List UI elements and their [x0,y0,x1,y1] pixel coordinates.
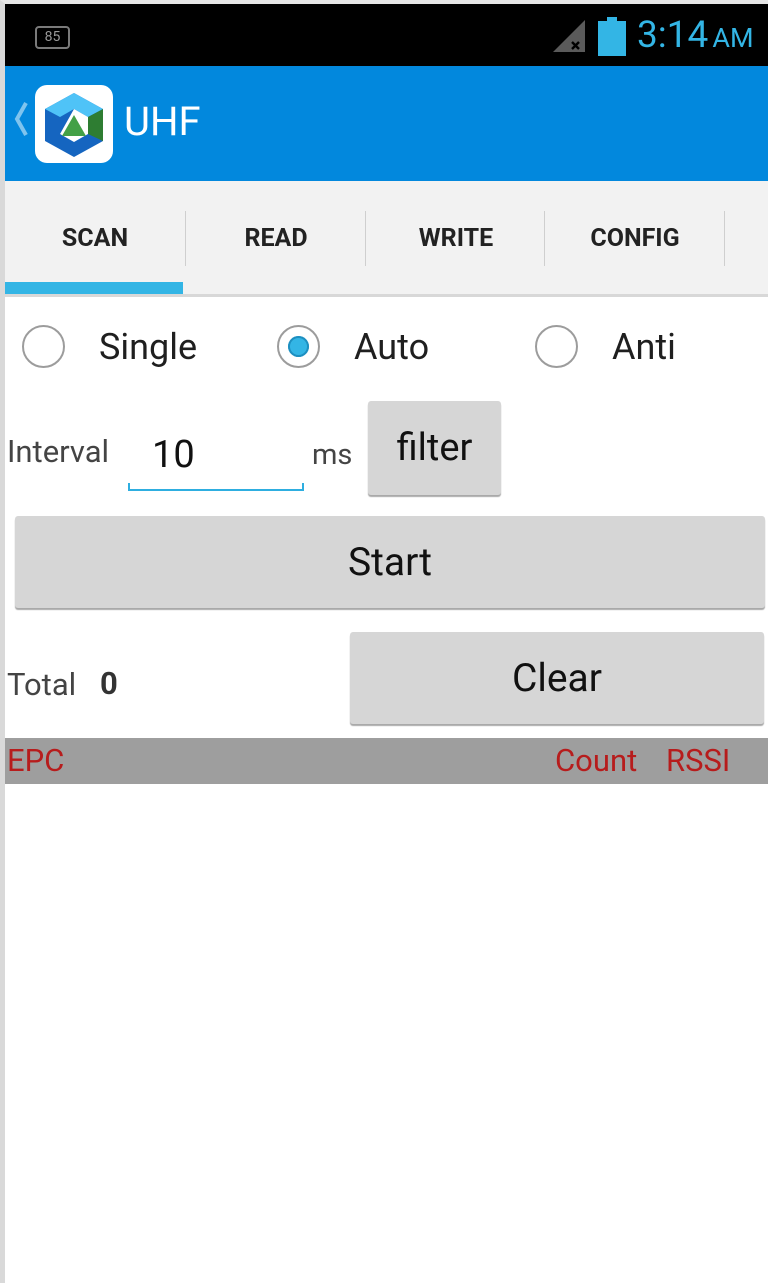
radio-single[interactable]: Single [22,322,222,372]
total-label: Total [7,666,77,703]
action-bar: UHF [5,66,768,181]
total-count: 0 [100,665,118,702]
tab-read[interactable]: READ [186,181,366,294]
radio-anti-circle[interactable] [535,325,578,368]
tag-list-header: EPC Count RSSI [5,738,768,784]
clock-time: 3:14 [637,14,709,57]
tab-scan[interactable]: SCAN [5,181,185,294]
radio-single-circle[interactable] [22,325,65,368]
interval-input[interactable] [128,424,306,486]
radio-single-label: Single [99,326,198,368]
notification-badge: 85 [35,26,70,49]
radio-auto-label: Auto [354,326,430,368]
clear-button[interactable]: Clear [350,632,764,724]
interval-unit-label: ms [312,438,353,472]
signal-no-service-icon [553,20,585,52]
radio-anti-label: Anti [612,326,676,368]
tab-config[interactable]: CONFIG [545,181,725,294]
column-header-rssi: RSSI [666,742,731,779]
status-bar: 85 3:14 AM [5,4,768,66]
start-button[interactable]: Start [15,516,765,608]
radio-anti[interactable]: Anti [535,322,695,372]
app-logo-icon[interactable] [35,85,113,163]
interval-input-underline [128,483,304,491]
filter-button[interactable]: filter [368,401,501,495]
app-logo-graphic [45,93,103,157]
column-header-count: Count [555,742,638,779]
clock: 3:14 AM [637,14,754,60]
chevron-left-icon[interactable] [12,100,30,138]
tab-bar: SCAN READ WRITE CONFIG [5,181,768,297]
tab-divider [724,211,725,266]
app-screen: 85 3:14 AM UHF SCAN READ WRITE CONFIG Si… [0,0,768,1283]
radio-auto-circle[interactable] [277,325,320,368]
interval-label: Interval [7,433,110,470]
battery-icon [598,17,626,56]
app-title: UHF [124,98,201,145]
tag-list[interactable] [5,784,768,1283]
tab-selected-indicator [5,282,183,294]
tab-write[interactable]: WRITE [366,181,546,294]
radio-auto[interactable]: Auto [277,322,447,372]
clock-ampm: AM [712,22,754,54]
column-header-epc: EPC [7,742,65,779]
